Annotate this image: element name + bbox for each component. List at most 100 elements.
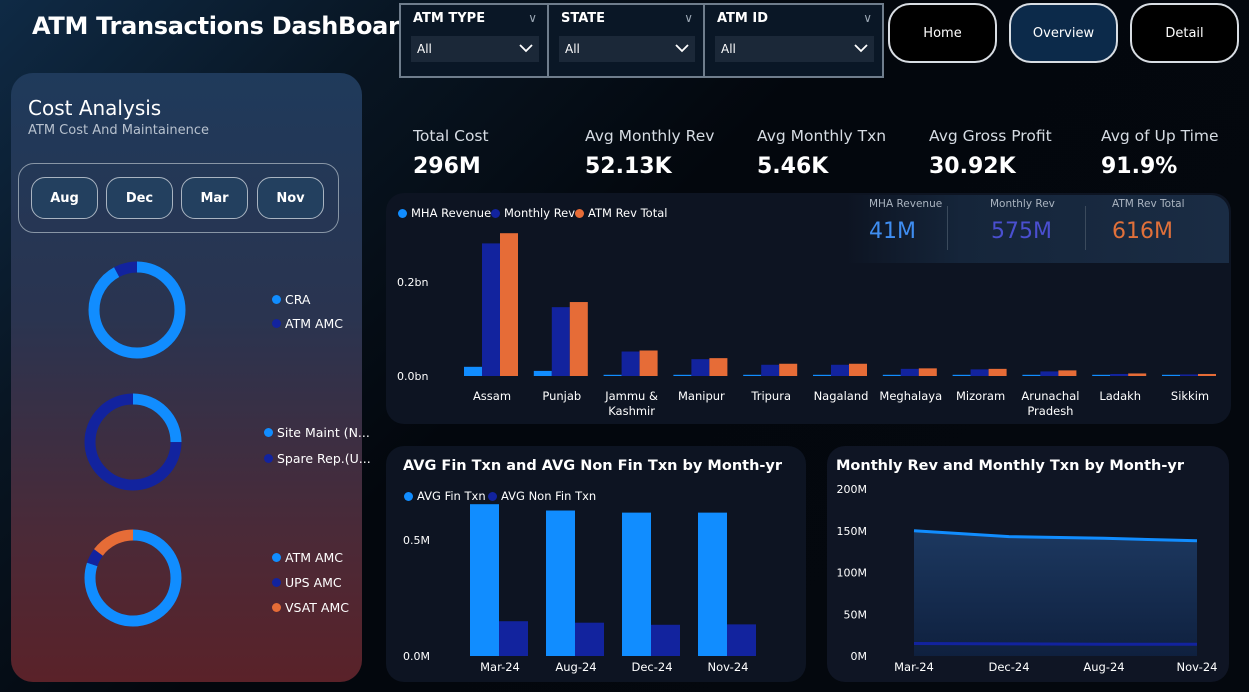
slicer-value: All [417, 42, 432, 56]
slicer-atm-type[interactable]: ATM TYPE ∨ All [399, 3, 549, 78]
kpi-value-avg-up-time: 91.9% [1101, 154, 1178, 179]
cost-analysis-subtitle: ATM Cost And Maintainence [28, 123, 210, 138]
x-tick-label: Ladakh [1099, 389, 1141, 403]
month-button-mar[interactable]: Mar [181, 177, 248, 219]
bar [918, 368, 937, 376]
legend-item: ATM AMC [272, 550, 343, 565]
y-tick-label: 0.2bn [397, 276, 428, 289]
x-tick-label: Punjab [542, 389, 581, 403]
kpi-label-avg-gross-profit: Avg Gross Profit [929, 127, 1052, 145]
x-tick-label: Manipur [678, 389, 725, 403]
slicer-dropdown[interactable]: All [411, 36, 539, 62]
x-tick-label: Mar-24 [480, 660, 520, 674]
legend-swatch [272, 578, 281, 587]
bar [622, 512, 651, 656]
donut-chart-1 [88, 261, 186, 359]
y-tick-label: 0M [851, 650, 868, 663]
bar [1022, 374, 1041, 376]
bar [761, 364, 780, 376]
bar [813, 374, 831, 376]
area-fill [914, 530, 1197, 656]
bar [698, 512, 727, 656]
chevron-down-icon [675, 44, 689, 53]
bar [849, 363, 867, 376]
bar [533, 370, 552, 376]
y-tick-label: 0.5M [403, 534, 430, 547]
bar [952, 374, 971, 376]
chevron-down-icon[interactable]: ∨ [863, 11, 872, 25]
bar [651, 624, 680, 656]
bar [831, 364, 849, 376]
x-tick-label: Aug-24 [555, 660, 596, 674]
chevron-down-icon [519, 44, 533, 53]
legend-swatch [272, 603, 281, 612]
bar [551, 307, 570, 376]
x-tick-label: Nov-24 [708, 660, 749, 674]
bar [743, 374, 762, 376]
legend-item: CRA [272, 292, 310, 307]
legend-label: ATM AMC [285, 550, 344, 565]
bar [691, 359, 710, 376]
kpi-label-total-cost: Total Cost [413, 127, 489, 145]
legend-label: VSAT AMC [285, 600, 349, 615]
bar [1162, 374, 1180, 376]
kpi-value-total-cost: 296M [413, 154, 481, 179]
legend-item: ATM AMC [272, 316, 343, 331]
month-button-nov[interactable]: Nov [257, 177, 324, 219]
bar [603, 374, 622, 376]
month-button-aug[interactable]: Aug [31, 177, 98, 219]
bar [499, 621, 528, 656]
bar [1128, 373, 1147, 376]
x-tick-label: Kashmir [608, 404, 655, 418]
x-tick-label: Sikkim [1171, 389, 1209, 403]
legend-label: UPS AMC [285, 575, 342, 590]
month-button-dec[interactable]: Dec [106, 177, 173, 219]
legend-label: Spare Rep.(U... [277, 451, 371, 466]
donut-chart-2 [84, 393, 182, 491]
legend-label: Site Maint (N... [277, 425, 370, 440]
cost-analysis-title: Cost Analysis [28, 96, 162, 120]
kpi-label-avg-monthly-rev: Avg Monthly Rev [585, 127, 715, 145]
legend-label: ATM AMC [285, 316, 344, 331]
home-button[interactable]: Home [888, 3, 997, 63]
legend-item: UPS AMC [272, 575, 342, 590]
y-tick-label: 100M [837, 567, 868, 580]
bar [546, 510, 575, 656]
chevron-down-icon[interactable]: ∨ [684, 11, 693, 25]
x-tick-label: Dec-24 [631, 660, 672, 674]
slicer-label: ATM TYPE [413, 11, 486, 26]
x-tick-label: Mar-24 [894, 660, 934, 674]
y-tick-label: 50M [844, 608, 868, 621]
bar [575, 622, 604, 656]
bar [621, 351, 640, 376]
bar [639, 350, 658, 376]
legend-item: VSAT AMC [272, 600, 349, 615]
slicer-dropdown[interactable]: All [715, 36, 874, 62]
slicer-atm-id[interactable]: ATM ID ∨ All [703, 3, 884, 78]
slicer-dropdown[interactable]: All [559, 36, 695, 62]
kpi-label-avg-up-time: Avg of Up Time [1101, 127, 1219, 145]
x-tick-label: Mizoram [956, 389, 1005, 403]
overview-button[interactable]: Overview [1009, 3, 1118, 63]
dashboard-title: ATM Transactions DashBoard [32, 12, 417, 40]
bar [727, 624, 756, 656]
chevron-down-icon[interactable]: ∨ [528, 11, 537, 25]
legend-swatch [272, 319, 281, 328]
slicer-state[interactable]: STATE ∨ All [547, 3, 705, 78]
legend-swatch [264, 428, 273, 437]
kpi-value-avg-gross-profit: 30.92K [929, 154, 1016, 179]
x-tick-label: Tripura [750, 389, 791, 403]
bar [1040, 371, 1059, 376]
bar [882, 374, 901, 376]
chevron-down-icon [854, 44, 868, 53]
slicer-value: All [721, 42, 736, 56]
bar [779, 363, 798, 376]
bar [569, 302, 588, 376]
monthly-rev-area-chart: 0M 50M 100M 150M 200M Mar-24 Dec-24 Aug-24 Nov-2… [837, 483, 1218, 674]
bar [1110, 373, 1129, 376]
x-tick-label: Aug-24 [1083, 660, 1124, 674]
slicer-label: ATM ID [717, 11, 769, 26]
bar [482, 243, 500, 376]
kpi-value-avg-monthly-txn: 5.46K [757, 154, 829, 179]
detail-button[interactable]: Detail [1130, 3, 1239, 63]
